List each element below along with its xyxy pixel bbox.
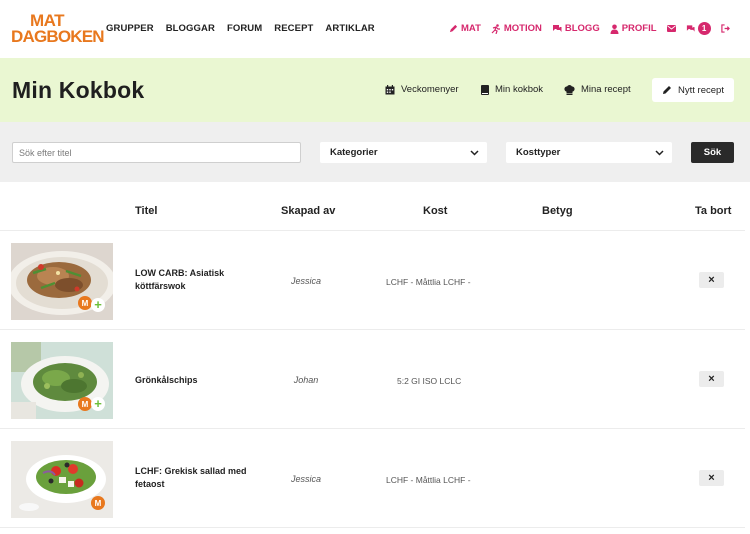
user-icon bbox=[610, 24, 619, 34]
recipe-title-link[interactable]: LCHF: Grekisk sallad med fetaost bbox=[135, 465, 260, 491]
author-name: Jessica bbox=[290, 276, 321, 286]
user-nav: MAT MOTION BLOGG PROFIL 1 bbox=[449, 22, 730, 35]
diet-type-select-value: Kosttyper bbox=[516, 147, 561, 158]
link-min-kokbok[interactable]: Min kokbok bbox=[481, 84, 543, 95]
category-select-value: Kategorier bbox=[330, 147, 378, 158]
chef-hat-icon bbox=[564, 84, 575, 95]
search-title-input[interactable] bbox=[12, 142, 301, 163]
column-header-title[interactable]: Titel bbox=[135, 205, 157, 217]
category-select[interactable]: Kategorier bbox=[320, 142, 487, 163]
add-plus-icon[interactable]: + bbox=[91, 397, 105, 411]
nav-blogg[interactable]: BLOGG bbox=[552, 23, 600, 34]
runner-icon bbox=[491, 23, 500, 34]
nav-blogg-label: BLOGG bbox=[564, 23, 600, 34]
remove-button[interactable]: × bbox=[699, 272, 724, 288]
table-row: M LCHF: Grekisk sallad med fetaost Jessi… bbox=[0, 429, 750, 528]
diet-types: LCHF - Måttlia LCHF - bbox=[386, 475, 471, 485]
matdagboken-logo[interactable]: MAT DAGBOKEN bbox=[11, 12, 105, 47]
recipe-image[interactable]: M + bbox=[11, 342, 113, 419]
nav-forum[interactable]: FORUM bbox=[227, 23, 262, 34]
nav-recept[interactable]: RECEPT bbox=[274, 23, 313, 34]
nav-profil[interactable]: PROFIL bbox=[610, 23, 657, 34]
nav-motion-label: MOTION bbox=[503, 23, 542, 34]
remove-button[interactable]: × bbox=[699, 371, 724, 387]
diet-types: LCHF - Måttlia LCHF - bbox=[386, 277, 471, 287]
top-navigation: MAT DAGBOKEN GRUPPER BLOGGAR FORUM RECEP… bbox=[0, 0, 750, 58]
column-header-diet[interactable]: Kost bbox=[423, 205, 447, 217]
pencil-icon bbox=[663, 86, 672, 94]
book-icon bbox=[481, 84, 489, 95]
diet-type-select[interactable]: Kosttyper bbox=[506, 142, 672, 163]
chat-icon bbox=[552, 25, 562, 32]
logo-line2: DAGBOKEN bbox=[11, 27, 105, 46]
pencil-icon bbox=[449, 24, 458, 33]
search-button[interactable]: Sök bbox=[691, 142, 734, 163]
m-badge: M bbox=[78, 296, 92, 310]
link-mina-recept[interactable]: Mina recept bbox=[564, 84, 631, 95]
mail-icon[interactable] bbox=[666, 25, 676, 32]
column-header-remove: Ta bort bbox=[695, 205, 732, 217]
remove-button[interactable]: × bbox=[699, 470, 724, 486]
m-badge: M bbox=[78, 397, 92, 411]
link-mina-recept-label: Mina recept bbox=[581, 84, 631, 95]
divider bbox=[0, 527, 745, 528]
nav-grupper[interactable]: GRUPPER bbox=[106, 23, 154, 34]
main-nav: GRUPPER BLOGGAR FORUM RECEPT ARTIKLAR bbox=[106, 23, 375, 34]
link-min-kokbok-label: Min kokbok bbox=[495, 84, 544, 95]
diet-types: 5:2 GI ISO LCLC bbox=[397, 376, 462, 386]
logout-icon[interactable] bbox=[720, 24, 730, 33]
notifications-icon[interactable] bbox=[686, 24, 695, 33]
recipe-title-link[interactable]: LOW CARB: Asiatisk köttfärswok bbox=[135, 267, 260, 293]
add-plus-icon[interactable]: + bbox=[91, 298, 105, 312]
new-recipe-label: Nytt recept bbox=[678, 84, 724, 96]
new-recipe-button[interactable]: Nytt recept bbox=[652, 78, 734, 102]
nav-artiklar[interactable]: ARTIKLAR bbox=[325, 23, 374, 34]
chevron-down-icon bbox=[655, 149, 664, 156]
calendar-icon bbox=[385, 84, 395, 94]
nav-bloggar[interactable]: BLOGGAR bbox=[166, 23, 215, 34]
m-badge: M bbox=[91, 496, 105, 510]
notification-count-badge[interactable]: 1 bbox=[697, 22, 711, 35]
nav-profil-label: PROFIL bbox=[621, 23, 657, 34]
link-veckomenyer[interactable]: Veckomenyer bbox=[385, 84, 459, 95]
author-name: Johan bbox=[293, 375, 319, 385]
author-name: Jessica bbox=[290, 474, 321, 484]
page-title: Min Kokbok bbox=[12, 77, 145, 103]
nav-mat[interactable]: MAT bbox=[449, 23, 481, 34]
column-header-rating[interactable]: Betyg bbox=[542, 205, 573, 217]
table-row: M + LOW CARB: Asiatisk köttfärswok Jessi… bbox=[0, 231, 750, 330]
nav-motion[interactable]: MOTION bbox=[491, 23, 542, 34]
column-header-author[interactable]: Skapad av bbox=[281, 205, 335, 217]
recipe-title-link[interactable]: Grönkålschips bbox=[135, 374, 260, 387]
chevron-down-icon bbox=[470, 149, 479, 156]
table-row: M + Grönkålschips Johan 5:2 GI ISO LCLC … bbox=[0, 330, 750, 429]
recipe-image[interactable]: M bbox=[11, 441, 113, 518]
nav-mat-label: MAT bbox=[461, 23, 481, 34]
link-veckomenyer-label: Veckomenyer bbox=[401, 84, 459, 95]
recipe-image[interactable]: M + bbox=[11, 243, 113, 320]
